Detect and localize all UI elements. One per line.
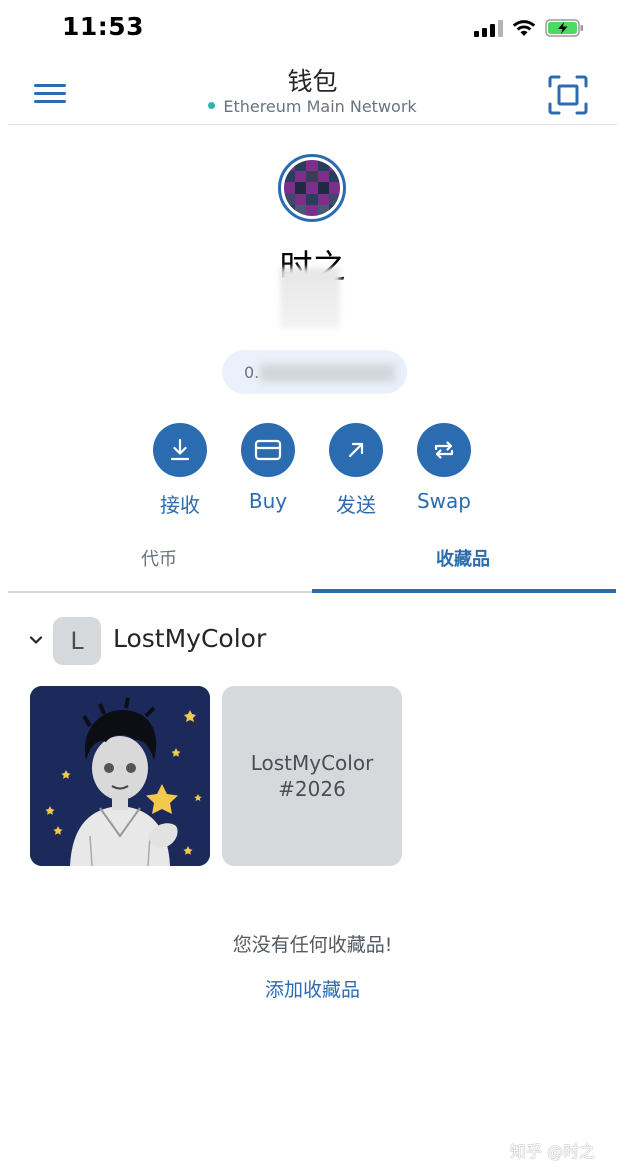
buy-circle [241, 423, 295, 477]
swap-button[interactable]: Swap [399, 423, 489, 513]
swap-circle [417, 423, 471, 477]
status-time: 11:53 [62, 12, 145, 41]
balance-redacted [280, 268, 340, 328]
receive-button[interactable]: 接收 [135, 423, 225, 518]
swap-icon [434, 441, 454, 459]
tab-tokens[interactable]: 代币 [84, 545, 234, 571]
header-divider [8, 124, 617, 125]
account-address-button[interactable]: 0. [222, 350, 407, 394]
wifi-icon [512, 20, 536, 36]
receive-label: 接收 [160, 493, 200, 517]
nft-token-id: #2026 [278, 777, 346, 801]
card-icon [254, 439, 282, 461]
add-collectibles-link[interactable]: 添加收藏品 [0, 975, 625, 1002]
swap-label: Swap [416, 489, 471, 513]
network-name: Ethereum Main Network [223, 97, 417, 116]
nft-title: LostMyColor [250, 751, 374, 775]
send-button[interactable]: 发送 [311, 423, 401, 518]
scan-qr-button[interactable] [548, 75, 588, 115]
collection-name: LostMyColor [113, 624, 267, 653]
send-label: 发送 [336, 493, 376, 517]
scan-icon [548, 75, 588, 115]
download-icon [170, 438, 190, 461]
nft-card-artwork[interactable] [30, 686, 210, 866]
buy-label: Buy [248, 489, 288, 513]
empty-collectibles-message: 您没有任何收藏品! [232, 934, 393, 956]
account-address: 0. [244, 363, 260, 382]
collection-icon: L [53, 617, 101, 665]
nft-artwork-image [30, 686, 210, 866]
page-title: 钱包 [287, 67, 338, 96]
arrow-up-right-icon [348, 442, 364, 458]
collapse-collection-button[interactable] [28, 632, 44, 648]
identicon [284, 160, 340, 216]
network-status-dot [208, 102, 216, 109]
watermark: 知乎 @时之 [510, 1142, 596, 1161]
cellular-signal-icon [474, 19, 503, 37]
tab-collectibles[interactable]: 收藏品 [388, 545, 538, 571]
active-tab-indicator [312, 589, 616, 593]
account-avatar[interactable] [278, 154, 346, 222]
battery-charging-icon [545, 19, 583, 37]
nft-card-placeholder[interactable]: LostMyColor #2026 [222, 686, 402, 866]
address-redacted [260, 364, 395, 382]
receive-circle [153, 423, 207, 477]
send-circle [329, 423, 383, 477]
chevron-down-icon [29, 636, 43, 644]
status-icons [474, 16, 585, 40]
buy-button[interactable]: Buy [223, 423, 313, 513]
network-indicator[interactable]: Ethereum Main Network [0, 97, 625, 116]
